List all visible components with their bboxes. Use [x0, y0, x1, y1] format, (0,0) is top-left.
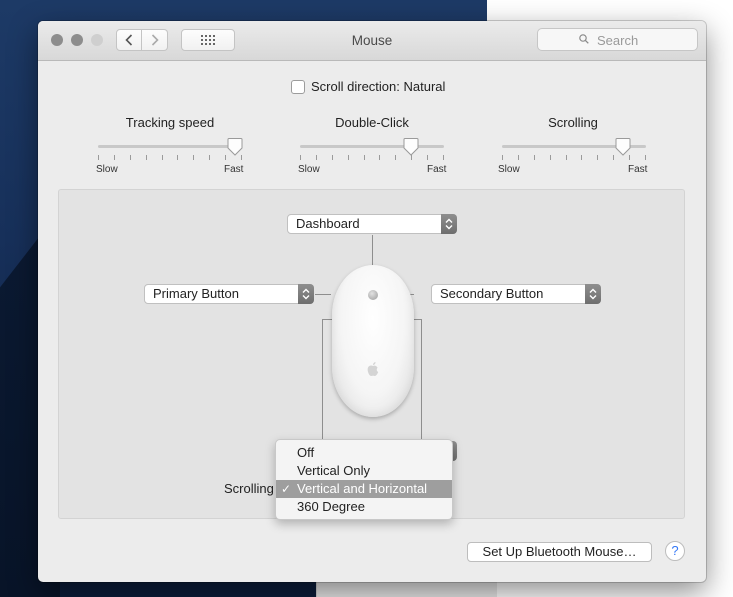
- title-bar: Mouse Search: [38, 21, 706, 61]
- scroll-ball-icon: [368, 290, 378, 300]
- tracking-speed-slider[interactable]: [98, 138, 243, 167]
- secondary-button-value: Secondary Button: [440, 286, 544, 301]
- updown-arrows-icon: [441, 214, 457, 234]
- mouse-illustration: [332, 265, 414, 417]
- slider-knob[interactable]: [227, 138, 243, 156]
- scroll-direction-label: Scroll direction: Natural: [311, 79, 446, 94]
- search-field[interactable]: Search: [537, 28, 698, 51]
- double-click-max-label: Fast: [427, 164, 447, 175]
- top-button-value: Dashboard: [296, 216, 360, 231]
- scrolling-speed-min-label: Slow: [498, 164, 520, 175]
- scrolling-speed-label: Scrolling: [548, 115, 598, 130]
- tracking-speed-label: Tracking speed: [125, 115, 215, 130]
- double-click-min-label: Slow: [298, 164, 320, 175]
- menu-item-vertical-only[interactable]: Vertical Only: [276, 462, 452, 480]
- slider-track: [300, 145, 444, 148]
- mouse-preferences-window: Mouse Search Scroll direction: Natural T…: [38, 21, 706, 582]
- scrolling-speed-max-label: Fast: [628, 164, 648, 175]
- primary-button-value: Primary Button: [153, 286, 239, 301]
- apple-logo-icon: [367, 362, 379, 376]
- scrolling-speed-slider[interactable]: [502, 138, 646, 167]
- search-icon: [579, 34, 589, 44]
- search-placeholder: Search: [597, 33, 639, 48]
- scrolling-mode-label: Scrolling: [224, 481, 274, 496]
- scrolling-mode-menu[interactable]: Off Vertical Only ✓ Vertical and Horizon…: [275, 439, 453, 520]
- slider-track: [98, 145, 242, 148]
- top-button-popup[interactable]: Dashboard: [287, 214, 457, 234]
- slider-knob[interactable]: [615, 138, 631, 156]
- slider-ticks: [300, 155, 444, 161]
- setup-bluetooth-mouse-button[interactable]: Set Up Bluetooth Mouse…: [467, 542, 652, 562]
- double-click-label: Double-Click: [335, 115, 409, 130]
- double-click-slider[interactable]: [300, 138, 444, 167]
- menu-item-off[interactable]: Off: [276, 444, 452, 462]
- checkbox-box[interactable]: [291, 79, 305, 94]
- connector-line: [315, 294, 331, 295]
- tracking-speed-max-label: Fast: [224, 164, 244, 175]
- menu-item-vertical-and-horizontal[interactable]: ✓ Vertical and Horizontal: [276, 480, 452, 498]
- secondary-button-popup[interactable]: Secondary Button: [431, 284, 601, 304]
- menu-item-360-degree[interactable]: 360 Degree: [276, 498, 452, 516]
- updown-arrows-icon: [585, 284, 601, 304]
- scroll-direction-checkbox[interactable]: Scroll direction: Natural: [291, 79, 445, 94]
- updown-arrows-icon: [298, 284, 314, 304]
- primary-button-popup[interactable]: Primary Button: [144, 284, 314, 304]
- checkmark-icon: ✓: [281, 482, 292, 496]
- tracking-speed-min-label: Slow: [96, 164, 118, 175]
- help-button[interactable]: ?: [665, 541, 685, 561]
- slider-ticks: [98, 155, 242, 161]
- slider-knob[interactable]: [403, 138, 419, 156]
